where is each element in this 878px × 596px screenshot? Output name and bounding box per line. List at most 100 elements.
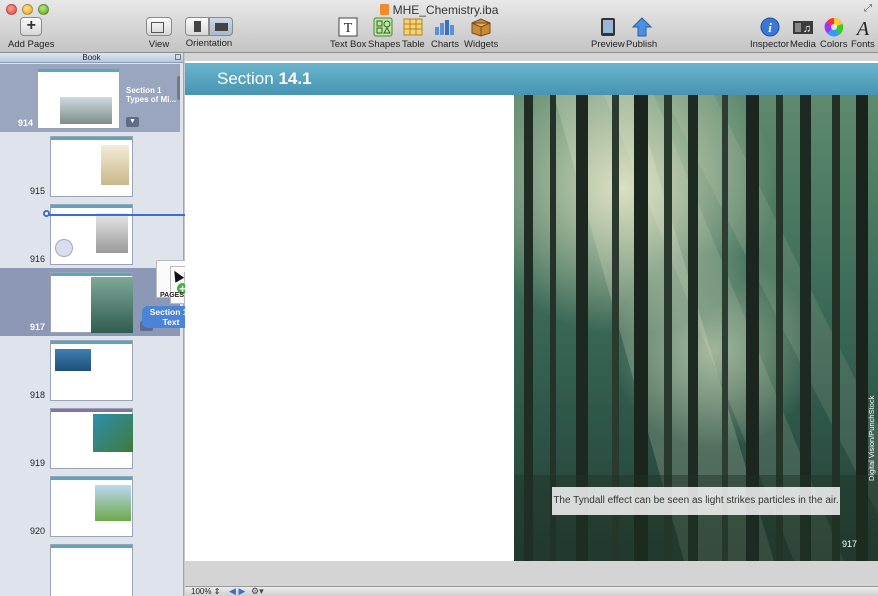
charts-label: Charts — [431, 39, 459, 50]
thumbnail-photo — [60, 97, 112, 124]
view-icon — [146, 17, 172, 36]
text-box-label: Text Box — [330, 39, 367, 50]
svg-text:i: i — [768, 20, 772, 35]
widgets-label: Widgets — [464, 39, 499, 50]
color-wheel-icon — [824, 17, 843, 37]
page-thumbnail[interactable] — [50, 476, 133, 537]
charts-icon — [434, 20, 454, 35]
charts-button[interactable]: Charts — [431, 17, 459, 50]
page-thumbnail-row[interactable]: 916 — [0, 200, 180, 268]
section-heading-number: 14.1 — [278, 69, 312, 88]
page-thumbnail-row[interactable]: 920 — [0, 472, 180, 540]
section-heading-prefix: Section — [217, 69, 279, 88]
media-icon: ♫ — [792, 21, 813, 35]
preview-label: Preview — [591, 39, 625, 50]
view-label: View — [148, 39, 170, 50]
page-folio: 917 — [842, 539, 858, 549]
insertion-indicator-dot — [43, 210, 50, 217]
table-button[interactable]: Table — [402, 17, 425, 50]
inspector-label: Inspector — [750, 39, 790, 50]
previous-page-icon[interactable]: ◀ — [229, 586, 236, 596]
text-box-button[interactable]: T Text Box — [330, 17, 366, 50]
shapes-label: Shapes — [368, 39, 401, 50]
publish-icon — [631, 17, 652, 37]
page-thumbnail[interactable] — [37, 68, 120, 129]
thumbnail-photo — [96, 213, 128, 253]
orientation-control[interactable]: Orientation — [185, 17, 233, 49]
orientation-icon — [185, 17, 233, 36]
insertion-indicator — [46, 214, 186, 216]
colors-button[interactable]: Colors — [820, 17, 847, 50]
table-label: Table — [402, 39, 425, 50]
fullscreen-icon[interactable]: ⤢ — [864, 3, 872, 14]
photo-caption[interactable]: The Tyndall effect can be seen as light … — [552, 487, 840, 515]
portrait-option[interactable] — [185, 17, 209, 36]
shapes-button[interactable]: Shapes — [368, 17, 400, 50]
section-heading[interactable]: Section 14.1 — [217, 69, 312, 89]
toolbar: MHE_Chemistry.iba ⤢ + Add Pages View Ori… — [0, 0, 878, 53]
plus-icon: + — [20, 17, 43, 36]
fonts-button[interactable]: A Fonts — [851, 17, 875, 50]
sidebar-scrollbar[interactable] — [177, 76, 180, 100]
colors-label: Colors — [820, 39, 848, 50]
page-thumbnail-row[interactable]: 918 — [0, 336, 180, 404]
page-thumbnail[interactable] — [50, 340, 133, 401]
forest-photo[interactable]: The Tyndall effect can be seen as light … — [514, 95, 878, 561]
page-thumbnail-row[interactable]: 919 — [0, 404, 180, 472]
page-number: 919 — [30, 458, 46, 468]
preview-button[interactable]: Preview — [591, 17, 625, 50]
section-title-line2: Types of Mi... — [126, 95, 177, 104]
section-title-line1: Section 1 — [126, 86, 162, 95]
page-nav-arrows[interactable]: ◀ ▶ — [229, 586, 245, 596]
page-thumbnail[interactable] — [50, 272, 133, 333]
page-number: 915 — [30, 186, 46, 196]
drag-label-line2: Text — [162, 317, 180, 327]
sidebar-header: Book — [0, 53, 183, 63]
media-button[interactable]: ♫ Media — [790, 17, 816, 50]
zoom-select[interactable]: 100% ⇕ — [191, 587, 220, 596]
status-bar: 100% ⇕ ◀ ▶ ⚙▾ — [185, 586, 878, 596]
preview-icon — [600, 18, 615, 36]
widgets-icon — [471, 18, 491, 37]
thumbnail-photo — [95, 485, 131, 521]
svg-text:A: A — [855, 18, 870, 37]
fonts-icon: A — [855, 18, 870, 37]
page-number: 916 — [30, 254, 46, 264]
add-pages-button[interactable]: + Add Pages — [8, 17, 54, 50]
orientation-label: Orientation — [185, 38, 233, 49]
sidebar-options-icon[interactable] — [175, 54, 181, 60]
publish-button[interactable]: Publish — [626, 17, 657, 50]
page-thumbnail[interactable] — [50, 408, 133, 469]
book-page[interactable]: Section 14.1 The Tyndall effect can be s… — [185, 61, 878, 561]
page-number: 917 — [30, 322, 46, 332]
svg-text:T: T — [344, 21, 353, 36]
inspector-button[interactable]: i Inspector — [750, 17, 789, 50]
window-title: MHE_Chemistry.iba — [0, 3, 878, 17]
widgets-button[interactable]: Widgets — [464, 17, 498, 50]
svg-text:♫: ♫ — [803, 23, 811, 35]
add-pages-label: Add Pages — [8, 39, 55, 50]
section-header-band[interactable]: Section 14.1 — [185, 63, 878, 95]
page-thumbnail-row[interactable]: Section 1 Types of Mi... ▼ 914 — [0, 64, 180, 132]
page-thumbnail-list[interactable]: Section 1 Types of Mi... ▼ 914 915 916 9… — [0, 64, 180, 596]
text-box-icon: T — [338, 17, 358, 37]
shapes-icon — [373, 17, 393, 37]
page-thumbnail[interactable] — [50, 136, 133, 197]
next-page-icon[interactable]: ▶ — [238, 586, 245, 596]
landscape-option[interactable] — [209, 17, 233, 36]
media-label: Media — [790, 39, 816, 50]
page-thumbnail[interactable] — [50, 544, 133, 596]
thumbnail-photo — [93, 414, 133, 452]
view-button[interactable]: View — [146, 17, 172, 50]
thumbnail-photo — [101, 145, 129, 185]
info-icon: i — [760, 17, 780, 37]
thumbnail-diagram — [55, 239, 73, 257]
publish-label: Publish — [626, 39, 658, 50]
photo-credit: Digital Vision/PunchStock — [867, 395, 876, 481]
page-thumbnail-row[interactable] — [0, 540, 180, 596]
disclosure-triangle-icon[interactable]: ▼ — [126, 117, 139, 127]
page-thumbnail-row[interactable]: 915 — [0, 132, 180, 200]
section-title: Section 1 Types of Mi... — [126, 86, 176, 104]
gear-icon[interactable]: ⚙▾ — [251, 586, 264, 596]
zoom-value: 100% — [191, 587, 212, 596]
